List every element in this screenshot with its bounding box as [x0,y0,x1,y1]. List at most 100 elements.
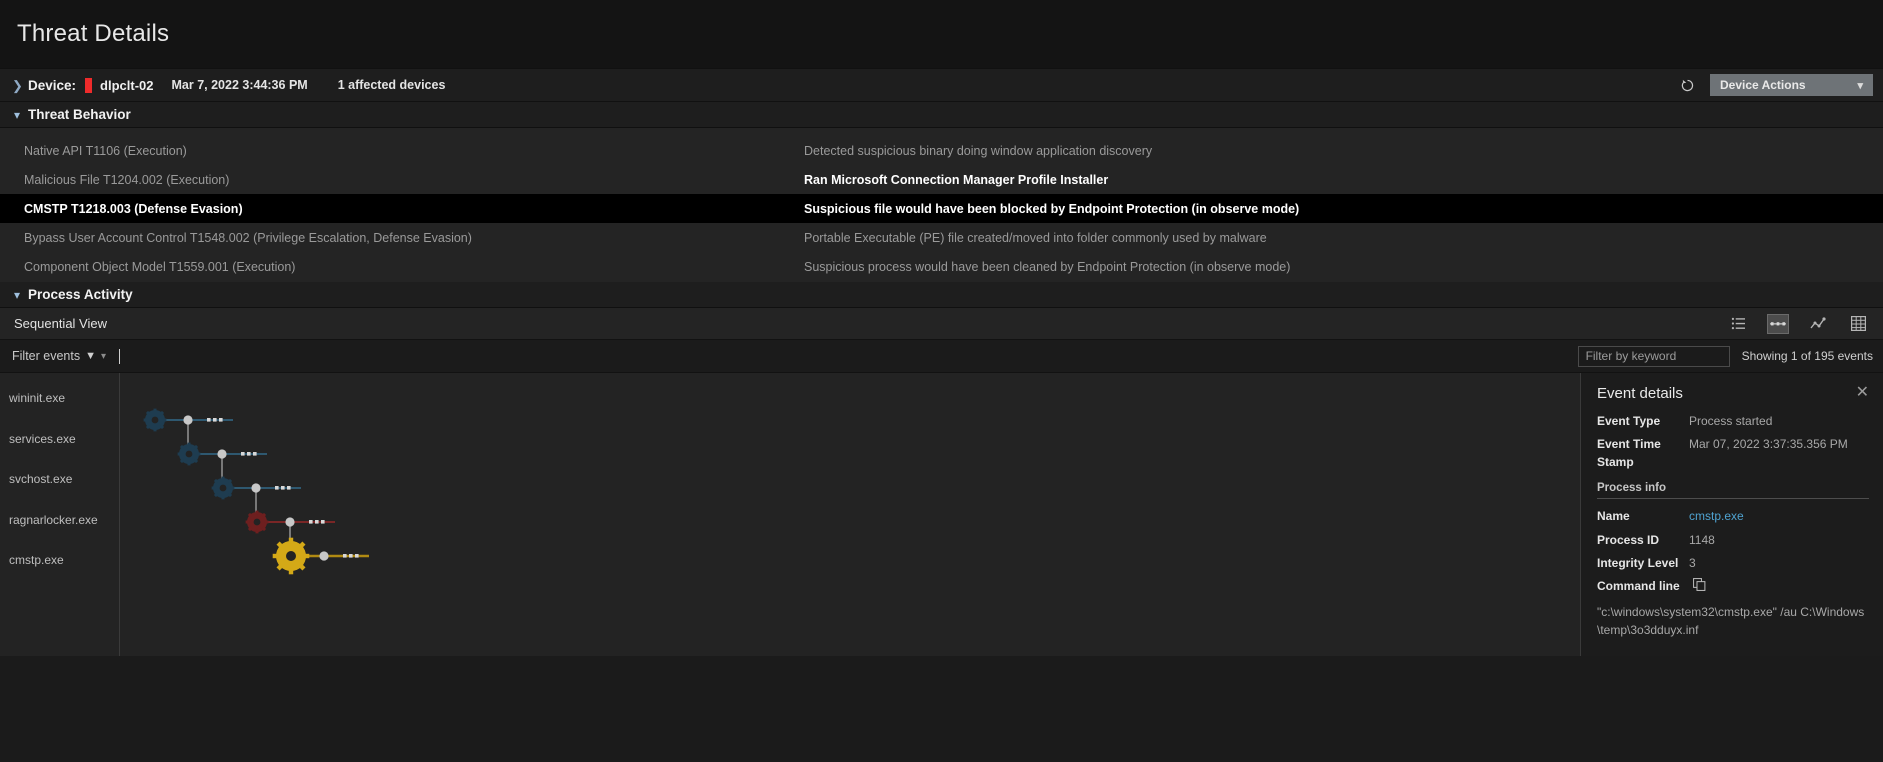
process-info-label: Process info [1597,482,1869,500]
device-actions-label: Device Actions [1720,78,1806,92]
list-view-icon[interactable] [1727,314,1749,334]
event-marker[interactable] [285,517,295,527]
threat-behavior-title: Threat Behavior [28,107,131,122]
severity-indicator [85,77,93,93]
event-overflow-dots [207,418,211,422]
event-detail-row: Event Time Stamp Mar 07, 2022 3:37:35.356… [1597,436,1869,471]
copy-icon[interactable] [1693,578,1706,592]
table-row[interactable]: Malicious File T1204.002 (Execution) Ran … [0,165,1883,194]
event-details-header: Event details ✕ [1597,385,1869,403]
device-name[interactable]: dlpclt-02 [100,78,153,93]
command-line-row: Command line [1597,578,1869,594]
event-detail-value: Process started [1689,414,1773,428]
threat-technique: Component Object Model T1559.001 (Execut… [24,259,296,274]
event-details-title: Event details [1597,385,1683,402]
threat-technique: Native API T1106 (Execution) [24,143,187,158]
event-overflow-dots [321,520,325,524]
filter-events-label: Filter events [12,349,81,363]
process-node-ragnarlocker-exe[interactable] [245,510,269,534]
process-activity-toolbar: Sequential View [0,308,1883,340]
graph-view-icon[interactable] [1807,314,1829,334]
command-line-value: "c:\windows\system32\cmstp.exe" /au C:\W… [1597,604,1865,637]
table-row[interactable]: Bypass User Account Control T1548.002 (P… [0,223,1883,252]
threat-technique: Bypass User Account Control T1548.002 (P… [24,230,472,245]
device-actions-button[interactable]: Device Actions ▾ [1710,74,1873,96]
sequential-view-icon[interactable] [1767,313,1789,334]
chevron-down-icon: ▾ [14,287,21,302]
process-name-rail: wininit.exe services.exe svchost.exe ragnar… [0,373,120,656]
affected-devices-count: 1 affected devices [337,78,446,92]
event-marker[interactable] [183,415,193,425]
process-rail-item[interactable]: ragnarlocker.exe [0,513,119,554]
table-row[interactable]: Native API T1106 (Execution) Detected sus… [0,136,1883,165]
close-icon[interactable]: ✕ [1856,385,1869,401]
threat-description: Ran Microsoft Connection Manager Profile… [804,172,1109,187]
table-view-icon[interactable] [1847,314,1869,334]
event-detail-key: Process ID [1597,532,1660,547]
event-detail-key: Name [1597,509,1630,524]
refresh-icon[interactable] [1678,76,1696,94]
event-marker[interactable] [319,551,329,561]
process-activity-header[interactable]: ▾ Process Activity [0,282,1883,308]
event-detail-key: Integrity Level [1597,555,1679,570]
chevron-right-icon[interactable]: ❯ [12,79,28,92]
event-overflow-dots [287,486,291,490]
threat-behavior-header[interactable]: ▾ Threat Behavior [0,102,1883,128]
event-detail-value: Mar 07, 2022 3:37:35.356 PM [1689,437,1848,452]
event-overflow-dots [281,486,285,490]
event-detail-row: Integrity Level 3 [1597,555,1869,572]
threat-technique [0,136,782,137]
filter-events-button[interactable]: Filter events ▼ ▾ [12,349,106,363]
process-node-services-exe[interactable] [177,442,201,466]
table-row[interactable] [0,128,1883,136]
event-detail-key: Event Time Stamp [1597,437,1661,469]
event-filter-bar: Filter events ▼ ▾ Showing 1 of 195 event… [0,340,1883,373]
event-detail-value: 1148 [1689,532,1715,547]
event-overflow-dots [343,554,347,558]
process-node-svchost-exe[interactable] [211,476,235,500]
process-rail-item[interactable]: wininit.exe [0,391,119,432]
process-rail-item[interactable]: svchost.exe [0,472,119,513]
threat-behavior-partial-row [0,128,1883,136]
event-marker[interactable] [251,483,261,493]
device-bar-actions: Device Actions ▾ [1678,74,1873,96]
event-overflow-dots [309,520,313,524]
table-row[interactable]: Component Object Model T1559.001 (Execut… [0,252,1883,281]
process-activity-title: Process Activity [28,287,133,302]
event-fields: Event Type Process started Event Time Stam… [1597,413,1869,471]
event-detail-row: Event Type Process started [1597,413,1869,430]
event-details-panel: Event details ✕ Event Type Process starte… [1580,373,1883,656]
filter-bar-right: Showing 1 of 195 events [1577,345,1873,367]
device-timestamp: Mar 7, 2022 3:44:36 PM [171,78,308,92]
event-detail-value: 3 [1689,555,1696,570]
process-rail-item[interactable]: services.exe [0,432,119,473]
chevron-down-icon: ▾ [1857,79,1863,92]
process-node-wininit-exe[interactable] [143,408,167,432]
page-title: Threat Details [17,20,170,47]
threat-technique: Malicious File T1204.002 (Execution) [24,172,230,187]
command-line-label: Command line [1597,579,1680,594]
threat-description: Detected suspicious binary doing window … [804,143,1153,158]
event-overflow-dots [349,554,353,558]
threat-description: Suspicious process would have been clean… [804,259,1291,274]
threat-behavior-rows: Native API T1106 (Execution) Detected sus… [0,136,1883,281]
table-row[interactable]: CMSTP T1218.003 (Defense Evasion) Suspici… [0,194,1883,223]
view-mode-switcher [1727,313,1869,334]
event-overflow-dots [275,486,279,490]
threat-description [782,136,1883,137]
process-node-cmstp-exe[interactable] [272,537,310,575]
chevron-down-icon: ▾ [14,107,21,122]
view-mode-label: Sequential View [14,316,107,331]
process-rail-item[interactable]: cmstp.exe [0,553,119,594]
funnel-icon: ▼ [85,350,96,362]
event-marker[interactable] [217,449,227,459]
event-detail-value[interactable]: cmstp.exe [1689,508,1744,525]
event-overflow-dots [355,554,359,558]
process-fields: Name cmstp.exe Process ID 1148 Integrity Lev… [1597,508,1869,572]
event-overflow-dots [253,452,257,456]
event-count-status: Showing 1 of 195 events [1741,349,1873,363]
event-detail-row: Process ID 1148 [1597,532,1869,549]
threat-description: Portable Executable (PE) file created/mo… [804,230,1267,245]
keyword-filter-input[interactable] [1577,345,1730,367]
chevron-down-icon: ▾ [100,350,107,362]
